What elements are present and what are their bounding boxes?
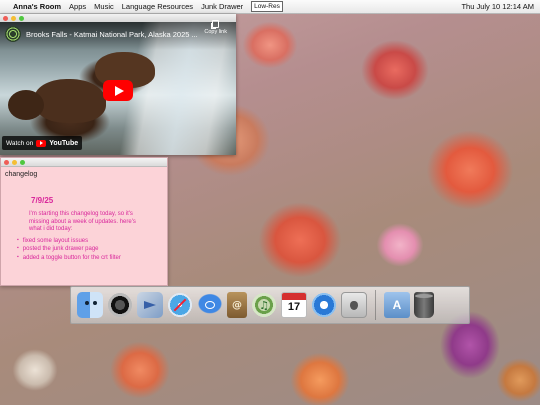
- dock-separator: [375, 290, 376, 320]
- close-button[interactable]: [3, 15, 8, 21]
- video-window-titlebar[interactable]: [0, 14, 236, 22]
- ical-header: [282, 293, 306, 300]
- channel-avatar[interactable]: [5, 26, 21, 42]
- watch-on-youtube-button[interactable]: Watch on YouTube: [2, 136, 83, 150]
- changelog-heading: changelog: [5, 171, 38, 178]
- mail-icon[interactable]: [137, 292, 163, 318]
- changelog-date: 7/9/25: [31, 196, 54, 205]
- video-window: Brooks Falls - Katmai National Park, Ala…: [0, 14, 236, 155]
- bear-image: [34, 79, 106, 123]
- ical-day: 17: [287, 301, 301, 313]
- minimize-button[interactable]: [12, 159, 17, 165]
- finder-icon[interactable]: [77, 292, 103, 318]
- play-icon: [114, 85, 124, 96]
- quicktime-icon[interactable]: [311, 292, 337, 318]
- changelog-body: 7/9/25 I'm starting this changelog today…: [1, 196, 169, 262]
- changelog-titlebar[interactable]: [1, 158, 167, 167]
- bear-image: [8, 90, 44, 120]
- copy-link-button[interactable]: Copy link: [204, 20, 227, 35]
- changelog-list: fixed some layout issues posted the junk…: [17, 237, 169, 263]
- zoom-button[interactable]: [19, 15, 24, 21]
- changelog-entry: posted the junk drawer page: [17, 245, 169, 254]
- ical-icon[interactable]: 17: [281, 292, 307, 318]
- zoom-button[interactable]: [20, 159, 25, 165]
- menu-item-language-resources[interactable]: Language Resources: [122, 2, 193, 11]
- ichat-icon[interactable]: [197, 292, 223, 318]
- copy-link-label: Copy link: [204, 29, 227, 35]
- minimize-button[interactable]: [11, 15, 16, 21]
- changelog-entry: added a toggle button for the crt filter: [17, 254, 169, 263]
- changelog-window: changelog 7/9/25 I'm starting this chang…: [0, 157, 168, 286]
- menu-item-junk-drawer[interactable]: Junk Drawer: [201, 2, 243, 11]
- youtube-wordmark: YouTube: [49, 139, 79, 147]
- itunes-icon[interactable]: [251, 292, 277, 318]
- dock: 17: [70, 286, 470, 324]
- copy-icon: [212, 20, 220, 28]
- close-button[interactable]: [4, 159, 9, 165]
- menu-item-music[interactable]: Music: [94, 2, 114, 11]
- applications-folder-icon[interactable]: [384, 292, 410, 318]
- trash-icon[interactable]: [414, 292, 434, 318]
- low-res-toggle-button[interactable]: Low-Res: [251, 1, 283, 12]
- menu-app-name[interactable]: Anna's Room: [13, 2, 61, 11]
- menu-clock: Thu July 10 12:14 AM: [461, 2, 534, 11]
- dashboard-icon[interactable]: [107, 292, 133, 318]
- menu-bar: Anna's Room Apps Music Language Resource…: [0, 0, 540, 14]
- changelog-intro: I'm starting this changelog today, so it…: [29, 211, 136, 232]
- safari-icon[interactable]: [167, 292, 193, 318]
- dictionary-icon[interactable]: [227, 292, 247, 318]
- changelog-entry: fixed some layout issues: [17, 237, 169, 246]
- watch-on-label: Watch on: [6, 139, 34, 147]
- youtube-logo-icon: [36, 139, 47, 147]
- video-title[interactable]: Brooks Falls - Katmai National Park, Ala…: [26, 30, 198, 39]
- menu-item-apps[interactable]: Apps: [69, 2, 86, 11]
- system-preferences-icon[interactable]: [341, 292, 367, 318]
- play-button[interactable]: [103, 80, 133, 101]
- video-header: Brooks Falls - Katmai National Park, Ala…: [0, 22, 236, 50]
